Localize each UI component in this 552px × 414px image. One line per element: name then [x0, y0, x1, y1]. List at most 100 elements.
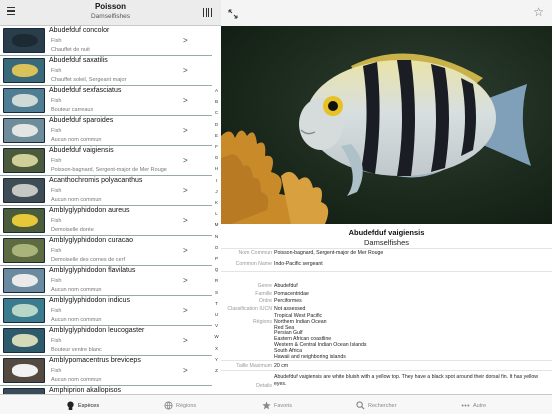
- species-list[interactable]: Abudefduf concolor Fish Chauffet de nuit…: [0, 26, 212, 394]
- species-thumbnail: [3, 178, 45, 203]
- favorite-star-icon[interactable]: ☆: [533, 5, 544, 19]
- species-category: Fish: [51, 218, 62, 224]
- index-letter[interactable]: Y: [212, 357, 221, 362]
- index-letter[interactable]: N: [212, 234, 221, 239]
- species-name: Amphiprion akallopisos: [49, 387, 121, 394]
- tab-rechercher[interactable]: Rechercher: [356, 399, 396, 413]
- index-letter[interactable]: W: [212, 334, 221, 339]
- info-label: Common Name: [235, 261, 272, 267]
- species-common-name: Aucun nom commun: [51, 137, 102, 143]
- species-thumbnail: [3, 238, 45, 263]
- chevron-right-icon: >: [183, 156, 188, 165]
- species-common-name: Demoiselle des cornes de cerf: [51, 257, 125, 263]
- alphabet-index[interactable]: A B C D E F G H I J K L M N O P Q R S T U V W X Y Z: [212, 26, 221, 394]
- search-icon: [356, 400, 365, 412]
- index-letter[interactable]: G: [212, 155, 221, 160]
- index-letter[interactable]: M: [212, 222, 221, 227]
- list-item[interactable]: Abudefduf saxatilis Fish Chauffet soleil…: [0, 56, 212, 86]
- species-list-pane: Poisson Damselfishes Abudefduf concolor …: [0, 0, 221, 394]
- list-item[interactable]: Amblyglyphidodon curacao Fish Demoiselle…: [0, 236, 212, 266]
- index-letter[interactable]: S: [212, 290, 221, 295]
- species-common-name: Demoiselle dorée: [51, 227, 94, 233]
- chevron-right-icon: >: [183, 336, 188, 345]
- index-letter[interactable]: P: [212, 256, 221, 261]
- index-letter[interactable]: X: [212, 346, 221, 351]
- list-item[interactable]: Abudefduf sexfasciatus Fish Bouteur carr…: [0, 86, 212, 116]
- species-category: Fish: [51, 308, 62, 314]
- species-thumbnail: [3, 328, 45, 353]
- species-thumbnail: [3, 118, 45, 143]
- chevron-right-icon: >: [183, 36, 188, 45]
- species-common-name: Aucun nom commun: [51, 317, 102, 323]
- species-common-name: Bouteur ventre blanc: [51, 347, 102, 353]
- list-item[interactable]: Amblypomacentrus breviceps Fish Aucun no…: [0, 356, 212, 386]
- species-name: Amblypomacentrus breviceps: [49, 357, 141, 364]
- list-item[interactable]: Amblyglyphidodon leucogaster Fish Bouteu…: [0, 326, 212, 356]
- more-icon: [461, 401, 470, 412]
- species-name: Abudefduf vaigiensis: [49, 147, 114, 154]
- species-thumbnail: [3, 298, 45, 323]
- list-item[interactable]: Amblyglyphidodon aureus Fish Demoiselle …: [0, 206, 212, 236]
- list-item[interactable]: Abudefduf sparoides Fish Aucun nom commu…: [0, 116, 212, 146]
- list-item[interactable]: Amblyglyphidodon indicus Fish Aucun nom …: [0, 296, 212, 326]
- expand-icon[interactable]: [228, 9, 238, 19]
- index-letter[interactable]: H: [212, 166, 221, 171]
- index-letter[interactable]: K: [212, 200, 221, 205]
- tab-régions[interactable]: Régions: [164, 399, 196, 413]
- index-letter[interactable]: C: [212, 110, 221, 115]
- divider: [221, 248, 552, 249]
- list-item[interactable]: Acanthochromis polyacanthus Fish Aucun n…: [0, 176, 212, 206]
- species-common-name: Aucun nom commun: [51, 287, 102, 293]
- chevron-right-icon: >: [183, 366, 188, 375]
- species-name: Abudefduf sexfasciatus: [49, 87, 122, 94]
- info-value: Indo-Pacific sergeant: [274, 261, 323, 267]
- species-name: Amblyglyphidodon leucogaster: [49, 327, 145, 334]
- tab-favoris[interactable]: Favoris: [262, 399, 292, 413]
- tab-autre[interactable]: Autre: [461, 399, 486, 413]
- tab-label: Autre: [473, 403, 487, 409]
- species-category: Fish: [51, 188, 62, 194]
- species-photo: [221, 26, 552, 224]
- fish-icon: [66, 400, 75, 412]
- species-thumbnail: [3, 88, 45, 113]
- species-common-name: Chauffet de nuit: [51, 47, 90, 53]
- tab-label: Régions: [176, 403, 197, 409]
- species-category: Fish: [51, 68, 62, 74]
- species-common-name: Poisson-bagnard, Sergent-major de Mer Ro…: [51, 167, 167, 173]
- index-letter[interactable]: I: [212, 178, 221, 183]
- info-value: 20 cm: [274, 363, 289, 369]
- index-letter[interactable]: D: [212, 122, 221, 127]
- list-item[interactable]: Amphiprion akallopisos: [0, 386, 212, 394]
- list-item[interactable]: Amblyglyphidodon flavilatus Fish Aucun n…: [0, 266, 212, 296]
- index-letter[interactable]: Z: [212, 368, 221, 373]
- chevron-right-icon: >: [183, 276, 188, 285]
- chevron-right-icon: >: [183, 246, 188, 255]
- grid-view-icon[interactable]: [203, 8, 213, 17]
- index-letter[interactable]: L: [212, 211, 221, 216]
- species-name: Amblyglyphidodon aureus: [49, 207, 130, 214]
- index-letter[interactable]: V: [212, 323, 221, 328]
- index-letter[interactable]: F: [212, 144, 221, 149]
- index-letter[interactable]: B: [212, 99, 221, 104]
- index-letter[interactable]: A: [212, 88, 221, 93]
- index-letter[interactable]: J: [212, 189, 221, 194]
- info-value: Hawaii and neighboring islands: [274, 353, 346, 360]
- index-letter[interactable]: T: [212, 301, 221, 306]
- index-letter[interactable]: U: [212, 312, 221, 317]
- info-label: Régions: [252, 318, 272, 325]
- chevron-right-icon: >: [183, 216, 188, 225]
- species-category: Fish: [51, 98, 62, 104]
- chevron-right-icon: >: [183, 126, 188, 135]
- chevron-right-icon: >: [183, 306, 188, 315]
- chevron-right-icon: >: [183, 66, 188, 75]
- species-name: Abudefduf sparoides: [49, 117, 114, 124]
- list-item[interactable]: Abudefduf concolor Fish Chauffet de nuit…: [0, 26, 212, 56]
- index-letter[interactable]: R: [212, 278, 221, 283]
- list-item[interactable]: Abudefduf vaigiensis Fish Poisson-bagnar…: [0, 146, 212, 176]
- index-letter[interactable]: O: [212, 245, 221, 250]
- species-name: Amblyglyphidodon indicus: [49, 297, 130, 304]
- tab-espèces[interactable]: Espèces: [66, 399, 99, 413]
- species-common-name: Aucun nom commun: [51, 377, 102, 383]
- index-letter[interactable]: E: [212, 133, 221, 138]
- index-letter[interactable]: Q: [212, 267, 221, 272]
